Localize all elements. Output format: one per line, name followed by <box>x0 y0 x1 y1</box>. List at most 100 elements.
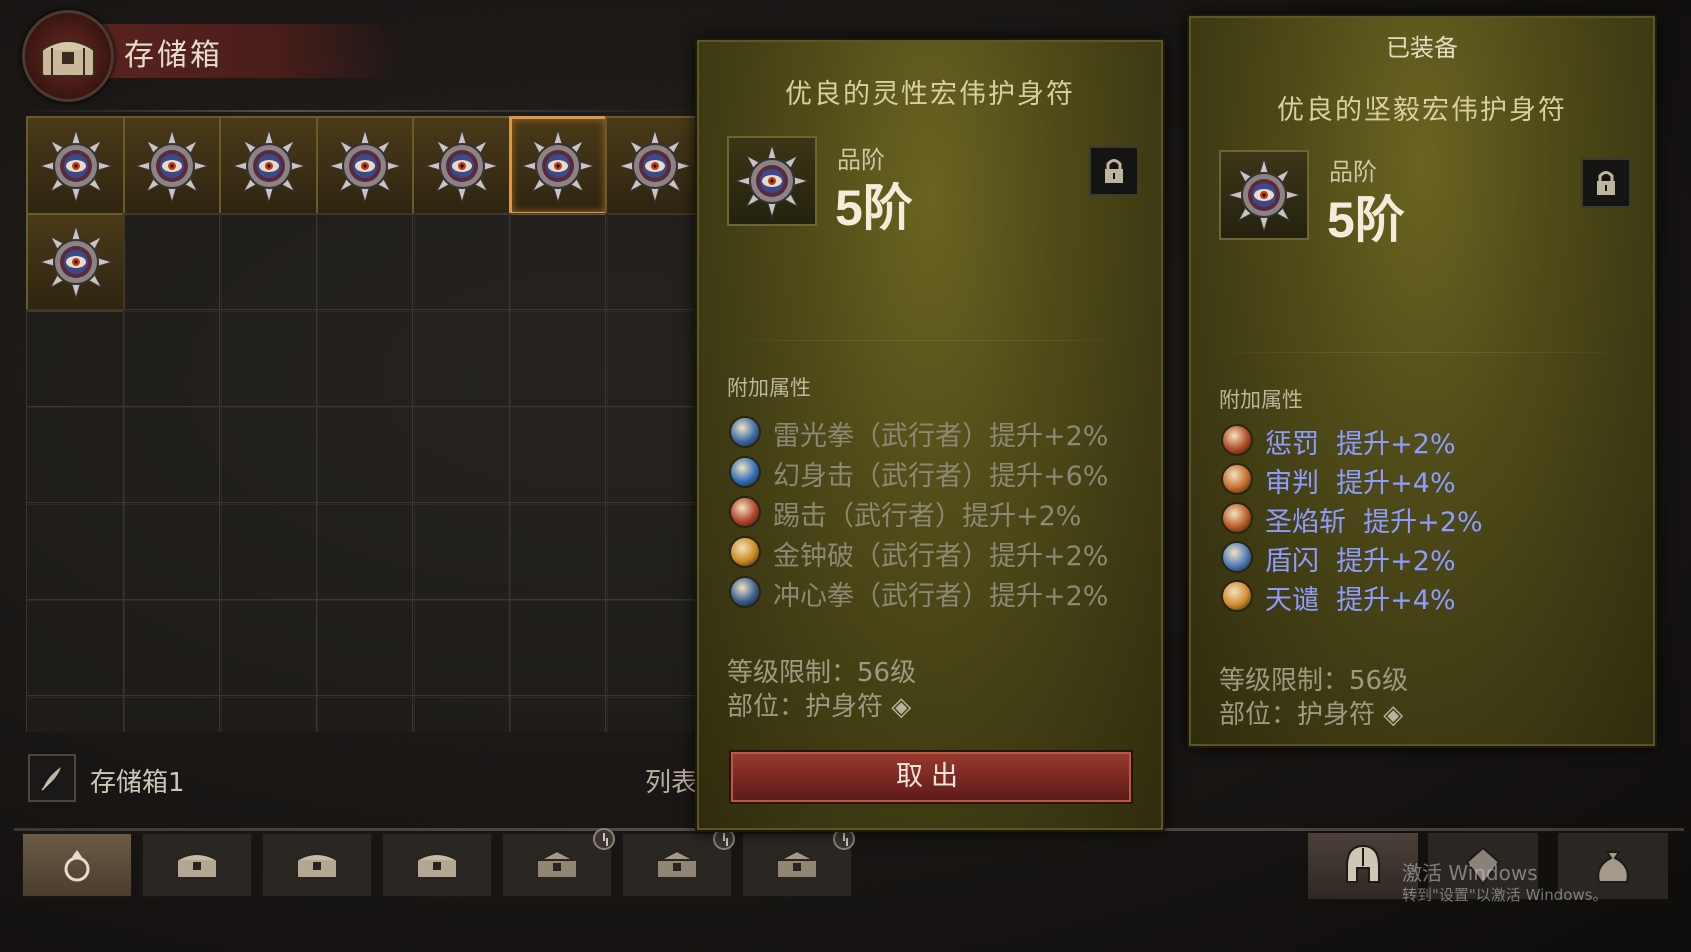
grid-cell[interactable] <box>508 309 608 408</box>
lock-button[interactable] <box>1581 158 1631 208</box>
grid-cell[interactable] <box>26 502 125 601</box>
stash-header: 存储箱 <box>14 6 414 102</box>
stash-name-label: 存储箱1 <box>90 768 185 798</box>
timer-clock-icon <box>593 828 615 850</box>
attribute-skill: 盾闪 <box>1265 546 1319 577</box>
tab-chest-2[interactable] <box>262 833 372 897</box>
condemnation-icon <box>1221 580 1253 612</box>
grid-cell[interactable] <box>315 502 415 601</box>
timer-clock-icon <box>833 828 855 850</box>
grid-cell[interactable] <box>122 309 222 408</box>
attribute-text: 幻身击（武行者）提升+6% <box>773 461 1109 492</box>
grid-cell[interactable] <box>219 309 318 408</box>
grid-cell-selected[interactable] <box>508 116 608 215</box>
grid-cell-item[interactable] <box>605 116 702 215</box>
grid-cell[interactable] <box>219 695 318 732</box>
grid-cell-item[interactable] <box>219 116 318 215</box>
grid-cell[interactable] <box>605 405 702 505</box>
rename-quill-button[interactable] <box>28 754 76 802</box>
attribute-text: 冲心拳（武行者）提升+2% <box>773 581 1109 612</box>
slot-diamond-icon: ◈ <box>891 692 912 722</box>
attribute-text: 雷光拳（武行者）提升+2% <box>773 421 1109 452</box>
grid-cell[interactable] <box>26 598 125 698</box>
grid-cell[interactable] <box>122 405 222 505</box>
equipped-label: 已装备 <box>1386 34 1458 62</box>
bag-icon <box>1597 851 1629 883</box>
tab-chest-1[interactable] <box>142 833 252 897</box>
grid-cell[interactable] <box>412 502 511 601</box>
grid-cell[interactable] <box>508 598 608 698</box>
grade-value: 5阶 <box>835 180 913 236</box>
stash-title: 存储箱 <box>124 38 223 73</box>
amulet-icon <box>36 222 116 302</box>
chest-locked-icon <box>536 849 578 879</box>
grid-cell[interactable] <box>315 309 415 408</box>
tab-chest-locked-2[interactable] <box>622 828 735 897</box>
shield-flash-icon <box>1221 541 1253 573</box>
grid-cell[interactable] <box>412 212 511 312</box>
amulet-icon <box>132 126 212 206</box>
grid-cell[interactable] <box>605 598 702 698</box>
ring-icon <box>64 850 90 882</box>
grid-cell[interactable] <box>122 502 222 601</box>
list-view-toggle[interactable]: 列表 <box>645 762 697 799</box>
tab-chest-locked-1[interactable] <box>502 828 615 897</box>
grid-cell[interactable] <box>219 405 318 505</box>
grid-cell[interactable] <box>508 502 608 601</box>
section-divider <box>1211 352 1631 353</box>
grade-value: 5阶 <box>1327 192 1405 248</box>
grid-cell[interactable] <box>412 598 511 698</box>
tab-ring[interactable] <box>22 833 132 897</box>
tab-chest-locked-3[interactable] <box>742 828 855 897</box>
grid-cell[interactable] <box>122 695 222 732</box>
grid-cell[interactable] <box>605 309 702 408</box>
grid-cell-item[interactable] <box>315 116 415 215</box>
attribute-text: 审判 提升+4% <box>1265 461 1456 500</box>
grid-cell[interactable] <box>605 695 702 732</box>
grid-cell[interactable] <box>26 309 125 408</box>
grid-cell[interactable] <box>219 502 318 601</box>
grid-cell[interactable] <box>508 695 608 732</box>
grid-cell[interactable] <box>315 212 415 312</box>
grid-cell[interactable] <box>508 212 608 312</box>
attribute-value: 提升+4% <box>1336 585 1456 616</box>
item-name: 优良的坚毅宏伟护身符 <box>1277 95 1567 126</box>
grid-cell[interactable] <box>315 405 415 505</box>
grid-cell[interactable] <box>219 212 318 312</box>
phantom-strike-icon <box>729 456 761 488</box>
grid-cell-item[interactable] <box>412 116 511 215</box>
grid-cell[interactable] <box>605 212 702 312</box>
attribute-text: 天谴 提升+4% <box>1265 578 1456 617</box>
slot-diamond-icon: ◈ <box>1383 700 1404 730</box>
take-out-button[interactable]: 取出 <box>729 750 1133 804</box>
chest-locked-icon <box>776 849 818 879</box>
grid-cell[interactable] <box>508 405 608 505</box>
grid-cell-item[interactable] <box>122 116 222 215</box>
grid-cell[interactable] <box>122 598 222 698</box>
grid-cell[interactable] <box>219 598 318 698</box>
grid-cell[interactable] <box>412 405 511 505</box>
attribute-text: 圣焰斩 提升+2% <box>1265 500 1483 539</box>
punish-icon <box>1221 424 1253 456</box>
tab-chest-3[interactable] <box>382 833 492 897</box>
grid-cell-item[interactable] <box>26 212 125 312</box>
grid-cell[interactable] <box>605 502 702 601</box>
item-name: 优良的灵性宏伟护身符 <box>785 79 1075 110</box>
grid-cell[interactable] <box>26 695 125 732</box>
amulet-icon <box>615 126 695 206</box>
windows-watermark-subtitle: 转到"设置"以激活 Windows。 <box>1402 886 1608 904</box>
attribute-text: 金钟破（武行者）提升+2% <box>773 541 1109 572</box>
grid-cell[interactable] <box>412 695 511 732</box>
grid-cell[interactable] <box>315 695 415 732</box>
attribute-skill: 天谴 <box>1265 585 1319 616</box>
grid-cell[interactable] <box>412 309 511 408</box>
grid-cell-item[interactable] <box>26 116 125 215</box>
chest-emblem-icon <box>22 10 114 102</box>
lock-button[interactable] <box>1089 146 1139 196</box>
grid-cell[interactable] <box>315 598 415 698</box>
grid-cell[interactable] <box>26 405 125 505</box>
grid-cell[interactable] <box>122 212 222 312</box>
attributes-label: 附加属性 <box>1219 388 1303 412</box>
attribute-skill: 审判 <box>1265 468 1319 499</box>
helmet-icon <box>1346 844 1380 883</box>
